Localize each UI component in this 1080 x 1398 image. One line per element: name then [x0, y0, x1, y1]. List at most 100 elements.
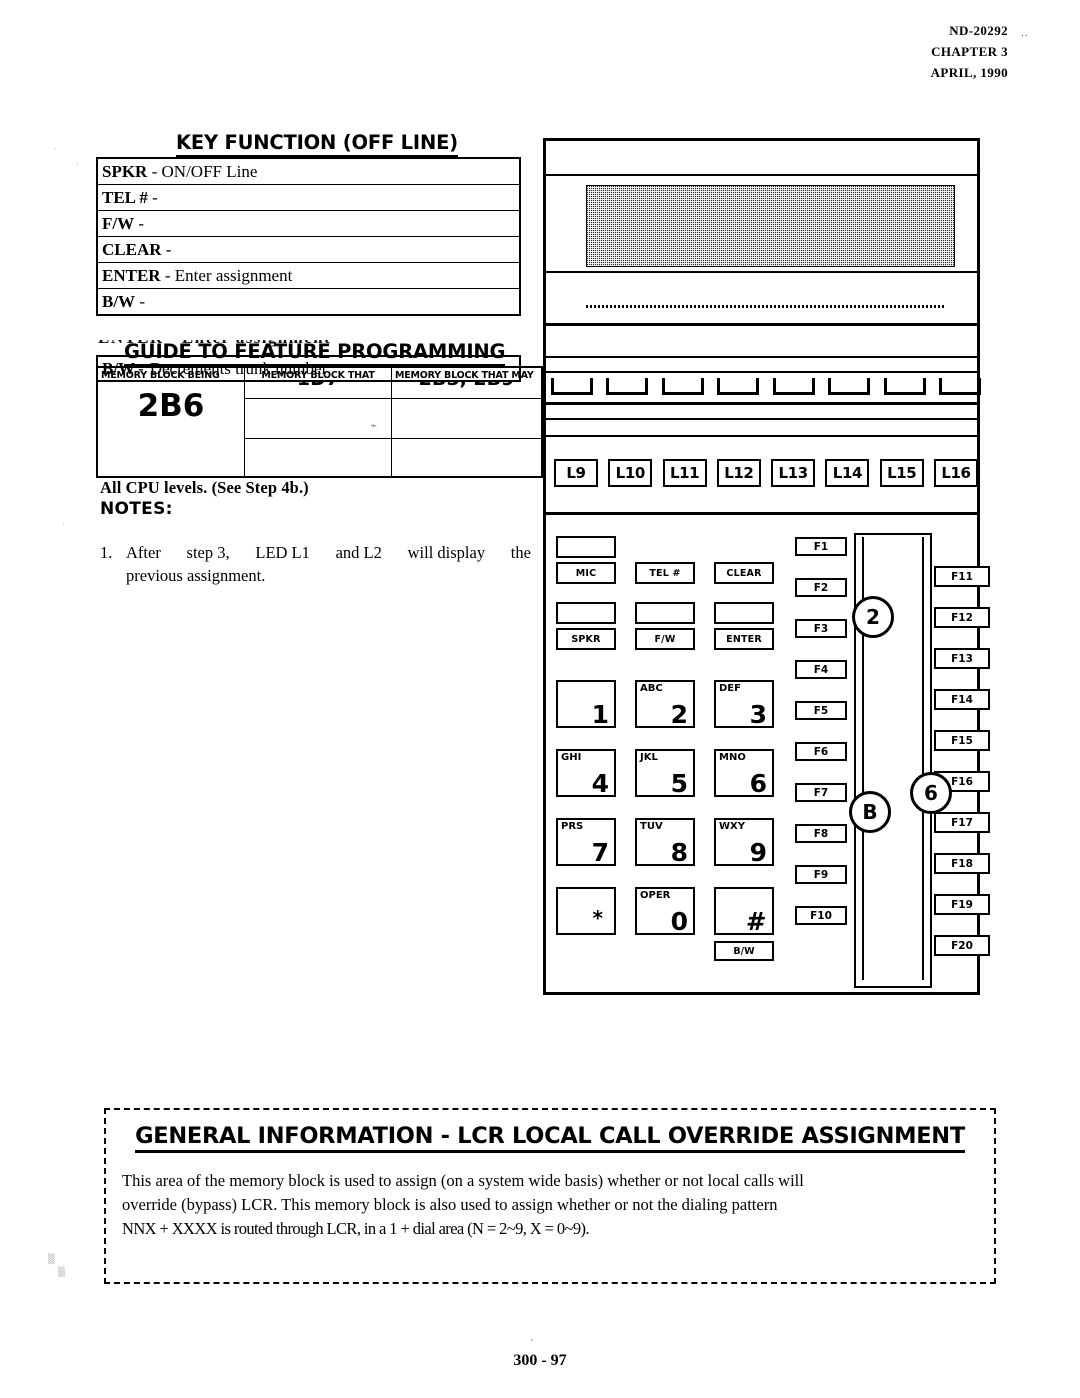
digit-alpha: DEF — [719, 683, 741, 694]
digit-value: 6 — [749, 769, 767, 798]
digit-key-1[interactable]: 1 — [556, 680, 616, 728]
scan-artifact: ▒ — [58, 1268, 65, 1278]
function-key-f6[interactable]: F6 — [795, 742, 847, 761]
function-key-f7[interactable]: F7 — [795, 783, 847, 802]
table-row: SPKR - ON/OFF Line — [97, 158, 520, 185]
chapter-label: CHAPTER 3 — [931, 44, 1008, 59]
digit-key-8[interactable]: TUV 8 — [635, 818, 695, 866]
page-footer: 300 - 97 — [0, 1352, 1080, 1370]
blank-key[interactable] — [556, 536, 616, 558]
function-key-f17[interactable]: F17 — [934, 812, 990, 833]
digit-key-hash[interactable]: # — [714, 887, 774, 935]
digit-value: 1 — [591, 700, 609, 729]
line-key-l12[interactable]: L12 — [716, 459, 761, 487]
digit-value: 0 — [670, 907, 688, 936]
key-label: B/W — [102, 291, 136, 311]
line-key-l9[interactable]: L9 — [554, 459, 598, 487]
table-row: B/W - — [97, 289, 520, 316]
function-key-f11[interactable]: F11 — [934, 566, 990, 587]
digit-value: 9 — [749, 838, 767, 867]
line-key-l15[interactable]: L15 — [879, 459, 924, 487]
keypad-digit-row-3: PRS 7 TUV 8 WXY 9 — [556, 818, 781, 866]
key-desc: Enter assignment — [174, 265, 293, 285]
enter-key[interactable]: ENTER — [714, 628, 774, 650]
function-key-f8[interactable]: F8 — [795, 824, 847, 843]
digit-alpha: WXY — [719, 821, 745, 832]
note-word: LED L1 — [255, 543, 310, 562]
col2-ghost-value: 1D7 — [245, 380, 391, 390]
function-key-f3[interactable]: F3 — [795, 619, 847, 638]
function-key-f14[interactable]: F14 — [934, 689, 990, 710]
bw-key[interactable]: B/W — [714, 941, 774, 961]
blank-key[interactable] — [714, 602, 774, 624]
blank-key[interactable] — [635, 602, 695, 624]
digit-key-2[interactable]: ABC 2 — [635, 680, 695, 728]
function-key-f15[interactable]: F15 — [934, 730, 990, 751]
general-info-line-1: This area of the memory block is used to… — [122, 1171, 804, 1190]
function-key-f20[interactable]: F20 — [934, 935, 990, 956]
line-key-l11[interactable]: L11 — [662, 459, 707, 487]
phone-divider-line — [546, 271, 977, 273]
spkr-key[interactable]: SPKR — [556, 628, 616, 650]
line-key-bracket[interactable] — [717, 378, 760, 395]
phone-divider-line — [546, 371, 977, 373]
line-key-bracket[interactable] — [828, 378, 871, 395]
digit-alpha: OPER — [640, 890, 671, 901]
function-key-f12[interactable]: F12 — [934, 607, 990, 628]
phone-divider-line — [546, 323, 977, 326]
function-key-f1[interactable]: F1 — [795, 537, 847, 556]
digit-key-0[interactable]: OPER 0 — [635, 887, 695, 935]
function-key-f2[interactable]: F2 — [795, 578, 847, 597]
function-key-f9[interactable]: F9 — [795, 865, 847, 884]
line-key-bracket[interactable] — [938, 378, 981, 395]
digit-key-3[interactable]: DEF 3 — [714, 680, 774, 728]
line-key-bracket[interactable] — [661, 378, 704, 395]
line-key-bracket[interactable] — [606, 378, 649, 395]
function-key-f10[interactable]: F10 — [795, 906, 847, 925]
clear-key[interactable]: CLEAR — [714, 562, 774, 584]
line-key-bracket[interactable] — [883, 378, 926, 395]
note-number: 1. — [100, 543, 113, 562]
keypad-blank-row-1 — [556, 536, 781, 558]
fw-key[interactable]: F/W — [635, 628, 695, 650]
col2-ghost-wrap: 1D7 — [245, 380, 391, 393]
blank-key[interactable] — [556, 602, 616, 624]
digit-key-7[interactable]: PRS 7 — [556, 818, 616, 866]
key-label: CLEAR — [102, 239, 162, 259]
phone-divider-line — [546, 402, 977, 405]
keypad-blank-row-2 — [556, 602, 781, 624]
function-key-f4[interactable]: F4 — [795, 660, 847, 679]
digit-key-5[interactable]: JKL 5 — [635, 749, 695, 797]
line-key-bracket[interactable] — [772, 378, 815, 395]
tel-num-key[interactable]: TEL # — [635, 562, 695, 584]
line-key-l10[interactable]: L10 — [608, 459, 653, 487]
header-tick-mark: ·· — [1020, 30, 1028, 42]
digit-alpha: MNO — [719, 752, 746, 763]
table-row-header: MEMORY BLOCK BEING 2B6 MEMORY BLOCK THAT… — [96, 366, 543, 477]
guide-table: MEMORY BLOCK BEING 2B6 MEMORY BLOCK THAT… — [96, 366, 543, 478]
function-key-f19[interactable]: F19 — [934, 894, 990, 915]
line-key-l16[interactable]: L16 — [933, 459, 978, 487]
keypad-fn-row-1: MIC TEL # CLEAR — [556, 562, 781, 584]
mic-key[interactable]: MIC — [556, 562, 616, 584]
col3-ghost-wrap: 2B5, 2B9 — [392, 380, 541, 393]
function-key-f5[interactable]: F5 — [795, 701, 847, 720]
digit-key-4[interactable]: GHI 4 — [556, 749, 616, 797]
key-function-title: KEY FUNCTION (OFF LINE) — [176, 131, 458, 158]
digit-key-6[interactable]: MNO 6 — [714, 749, 774, 797]
key-function-title-wrap: KEY FUNCTION (OFF LINE) — [176, 131, 458, 158]
digit-value: 2 — [670, 700, 688, 729]
digit-key-star[interactable]: * — [556, 887, 616, 935]
function-key-f18[interactable]: F18 — [934, 853, 990, 874]
line-key-bracket[interactable] — [551, 378, 593, 395]
callout-6: 6 — [910, 772, 952, 814]
line-key-l14[interactable]: L14 — [825, 459, 870, 487]
line-key-row-l9-l16: L9 L10 L11 L12 L13 L14 L15 L16 — [554, 459, 978, 487]
general-info-line-3: NNX + XXXX is routed through LCR, in a 1… — [122, 1219, 590, 1238]
cpu-levels-line: All CPU levels. (See Step 4b.) — [100, 478, 309, 497]
digit-value: 7 — [591, 838, 609, 867]
function-key-f13[interactable]: F13 — [934, 648, 990, 669]
phone-divider-line — [546, 418, 977, 420]
line-key-l13[interactable]: L13 — [771, 459, 816, 487]
digit-key-9[interactable]: WXY 9 — [714, 818, 774, 866]
